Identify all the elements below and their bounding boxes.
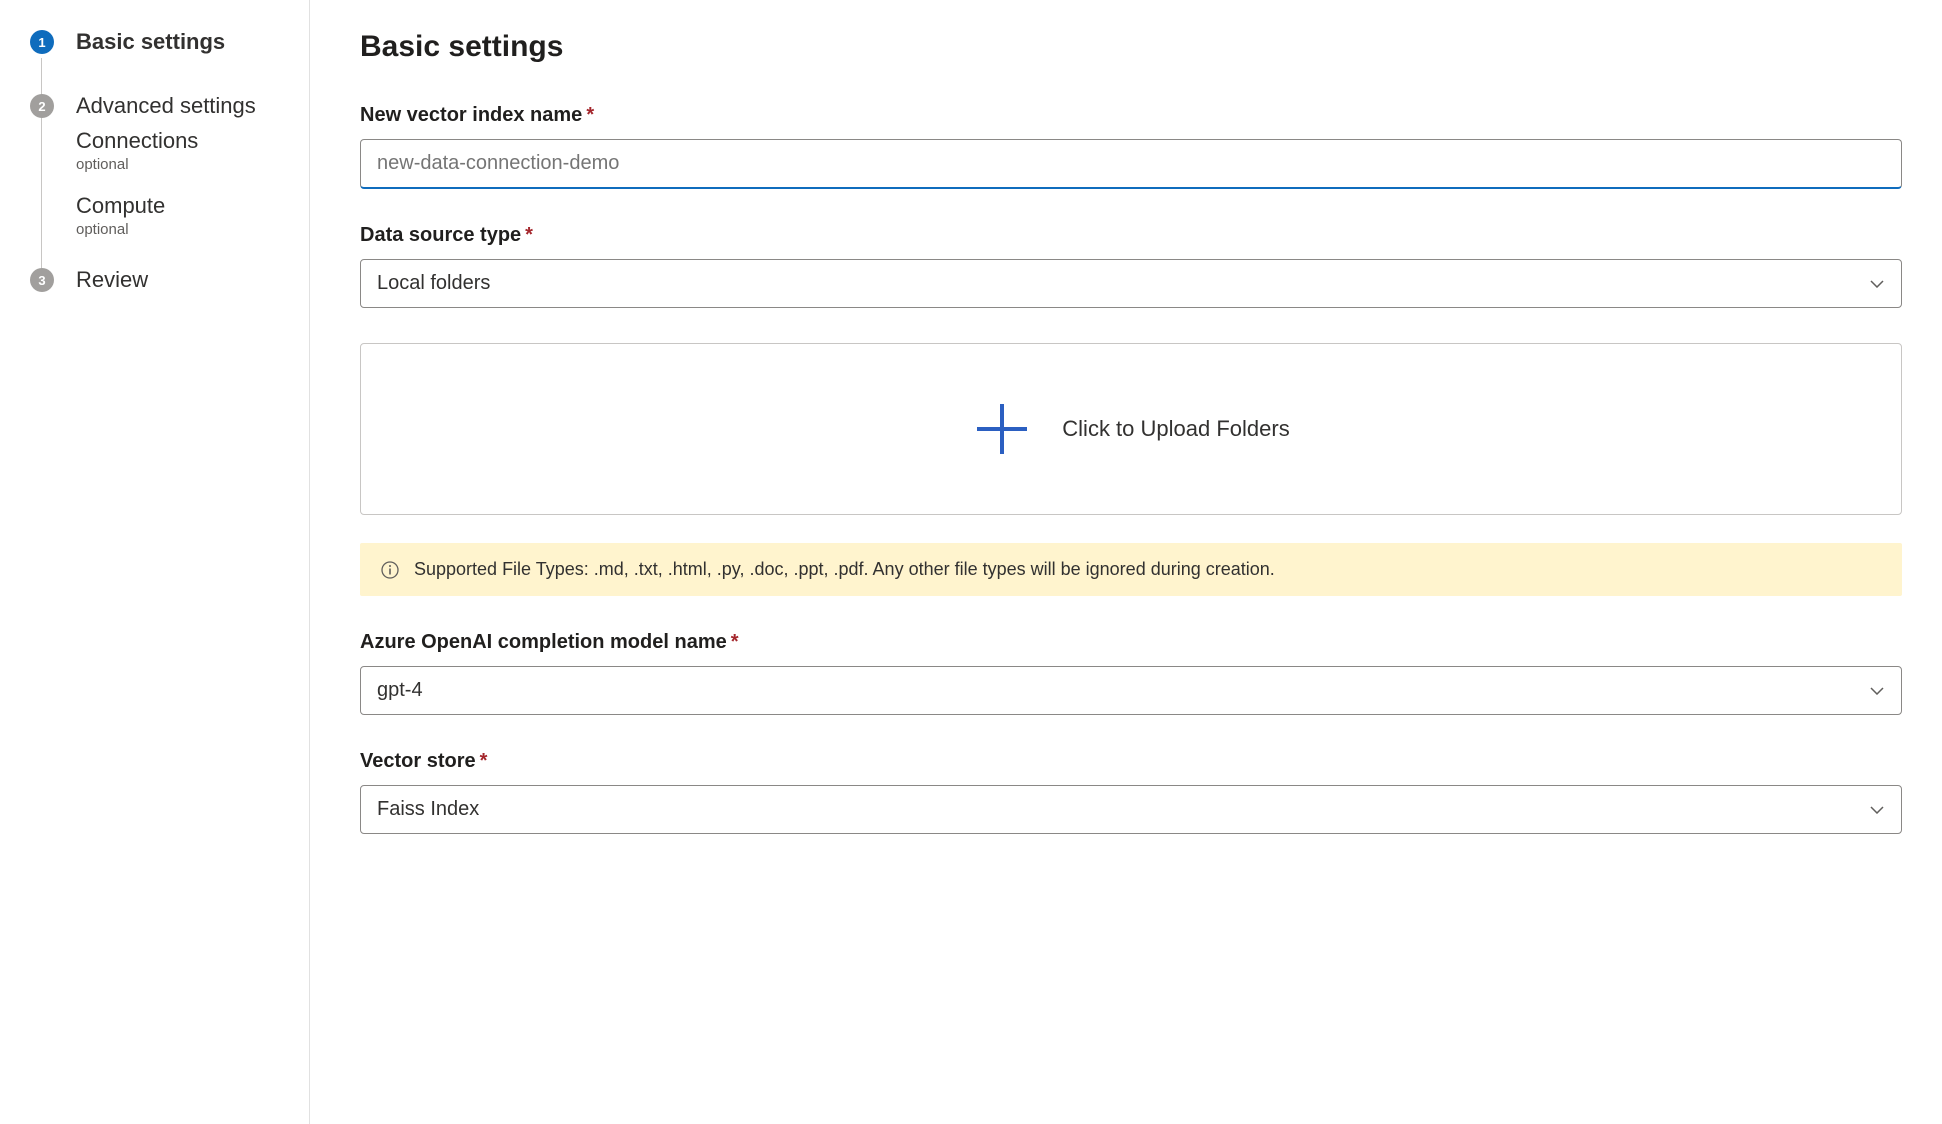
vector-store-select[interactable]: Faiss Index xyxy=(360,785,1902,834)
step-connector-line xyxy=(41,58,42,282)
step-label: Basic settings xyxy=(76,30,225,54)
sub-step-compute[interactable]: Compute optional xyxy=(76,193,289,238)
field-source-type: Data source type* Local folders xyxy=(360,224,1902,308)
supported-types-banner: Supported File Types: .md, .txt, .html, … xyxy=(360,543,1902,596)
required-asterisk: * xyxy=(525,224,533,246)
field-model-name: Azure OpenAI completion model name* gpt-… xyxy=(360,631,1902,715)
sub-step-hint: optional xyxy=(76,221,289,238)
step-advanced-settings[interactable]: 2 Advanced settings xyxy=(30,94,289,118)
label-text: Vector store xyxy=(360,750,476,772)
select-value: Local folders xyxy=(377,272,490,295)
source-type-select[interactable]: Local folders xyxy=(360,259,1902,308)
info-icon xyxy=(380,560,400,580)
label-text: Azure OpenAI completion model name xyxy=(360,631,727,653)
required-asterisk: * xyxy=(480,750,488,772)
step-basic-settings[interactable]: 1 Basic settings xyxy=(30,30,289,54)
index-name-input[interactable] xyxy=(360,139,1902,189)
step-label: Advanced settings xyxy=(76,94,256,118)
field-label-index-name: New vector index name* xyxy=(360,104,1902,127)
step-number-badge: 2 xyxy=(30,94,54,118)
label-text: Data source type xyxy=(360,224,521,246)
step-number-badge: 1 xyxy=(30,30,54,54)
chevron-down-icon xyxy=(1869,802,1885,818)
chevron-down-icon xyxy=(1869,276,1885,292)
field-label-vector-store: Vector store* xyxy=(360,750,1902,773)
select-value: gpt-4 xyxy=(377,679,423,702)
label-text: New vector index name xyxy=(360,104,582,126)
banner-text: Supported File Types: .md, .txt, .html, … xyxy=(414,559,1275,580)
select-value: Faiss Index xyxy=(377,798,479,821)
field-vector-store: Vector store* Faiss Index xyxy=(360,750,1902,834)
field-label-model-name: Azure OpenAI completion model name* xyxy=(360,631,1902,654)
upload-text: Click to Upload Folders xyxy=(1062,416,1289,442)
wizard-sidebar: 1 Basic settings 2 Advanced settings Con… xyxy=(0,0,310,1124)
sub-step-label: Compute xyxy=(76,193,289,219)
plus-icon xyxy=(972,399,1032,459)
sub-step-label: Connections xyxy=(76,128,289,154)
chevron-down-icon xyxy=(1869,683,1885,699)
step-label: Review xyxy=(76,268,148,292)
model-name-select[interactable]: gpt-4 xyxy=(360,666,1902,715)
step-number-badge: 3 xyxy=(30,268,54,292)
required-asterisk: * xyxy=(731,631,739,653)
step-list: 1 Basic settings 2 Advanced settings Con… xyxy=(30,30,289,292)
sub-step-hint: optional xyxy=(76,156,289,173)
page-title: Basic settings xyxy=(360,30,1902,64)
field-index-name: New vector index name* xyxy=(360,104,1902,189)
field-label-source-type: Data source type* xyxy=(360,224,1902,247)
sub-steps-advanced: Connections optional Compute optional xyxy=(76,128,289,238)
step-review[interactable]: 3 Review xyxy=(30,268,289,292)
sub-step-connections[interactable]: Connections optional xyxy=(76,128,289,173)
upload-folders-area[interactable]: Click to Upload Folders xyxy=(360,343,1902,515)
required-asterisk: * xyxy=(586,104,594,126)
main-panel: Basic settings New vector index name* Da… xyxy=(310,0,1942,1124)
